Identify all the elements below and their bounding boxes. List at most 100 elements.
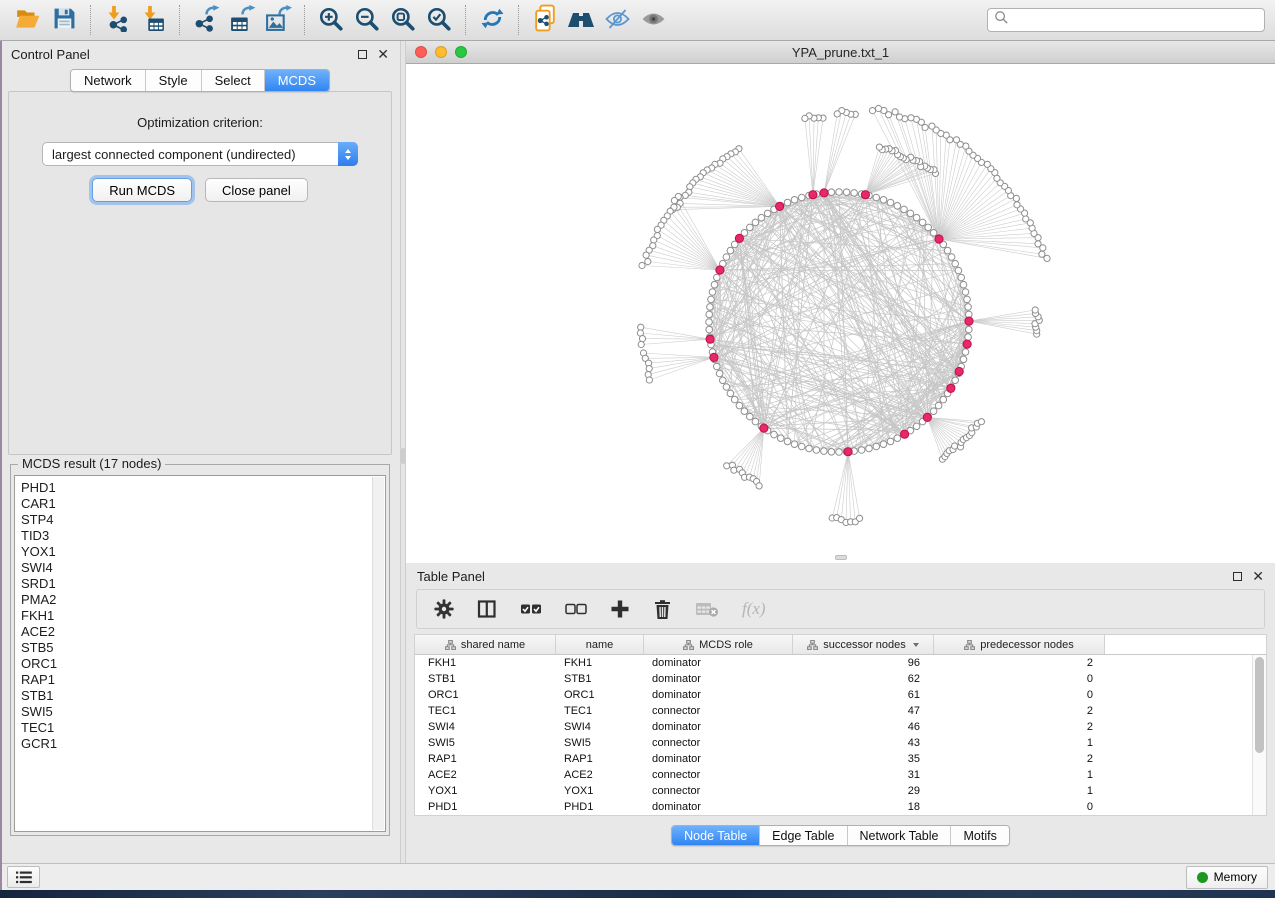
- table-row[interactable]: ORC1ORC1dominator610: [415, 687, 1266, 703]
- network-node[interactable]: [646, 366, 652, 372]
- network-node[interactable]: [777, 435, 784, 442]
- network-node[interactable]: [894, 435, 901, 442]
- float-panel-icon[interactable]: [1233, 572, 1242, 581]
- mcds-network-node[interactable]: [965, 317, 973, 325]
- network-node[interactable]: [671, 197, 677, 203]
- network-node[interactable]: [962, 349, 969, 356]
- export-table-button[interactable]: [224, 3, 260, 37]
- network-node[interactable]: [851, 190, 858, 197]
- mcds-network-node[interactable]: [706, 335, 714, 343]
- tab-style[interactable]: Style: [145, 70, 201, 91]
- table-row[interactable]: STB1STB1dominator620: [415, 671, 1266, 687]
- network-node[interactable]: [930, 230, 937, 237]
- network-node[interactable]: [645, 258, 651, 264]
- open-file-button[interactable]: [10, 3, 46, 37]
- network-node[interactable]: [714, 274, 721, 281]
- network-canvas[interactable]: [406, 64, 1275, 562]
- mcds-result-item[interactable]: SRD1: [21, 576, 371, 592]
- column-header-name[interactable]: name: [556, 635, 644, 654]
- network-node[interactable]: [952, 260, 959, 267]
- mcds-network-node[interactable]: [735, 234, 743, 242]
- network-node[interactable]: [727, 247, 734, 254]
- network-node[interactable]: [708, 296, 715, 303]
- network-node[interactable]: [1023, 216, 1029, 222]
- task-history-button[interactable]: [7, 866, 40, 888]
- table-row[interactable]: RAP1RAP1dominator352: [415, 751, 1266, 767]
- network-node[interactable]: [798, 443, 805, 450]
- network-node[interactable]: [858, 447, 865, 454]
- network-node[interactable]: [813, 447, 820, 454]
- table-row[interactable]: SWI5SWI5connector431: [415, 735, 1266, 751]
- optimization-criterion-select[interactable]: largest connected component (undirected): [42, 142, 358, 166]
- network-node[interactable]: [1035, 241, 1041, 247]
- tab-motifs[interactable]: Motifs: [950, 826, 1008, 845]
- network-node[interactable]: [654, 226, 660, 232]
- mcds-result-list[interactable]: PHD1CAR1STP4TID3YOX1SWI4SRD1PMA2FKH1ACE2…: [14, 475, 386, 832]
- network-node[interactable]: [901, 206, 908, 213]
- network-node[interactable]: [828, 189, 835, 196]
- network-node[interactable]: [964, 296, 971, 303]
- network-node[interactable]: [908, 115, 914, 121]
- network-node[interactable]: [747, 413, 754, 420]
- splitter-grabber[interactable]: [401, 448, 405, 464]
- column-header-shared-name[interactable]: shared name: [415, 635, 556, 654]
- network-node[interactable]: [646, 377, 652, 383]
- export-image-button[interactable]: [260, 3, 296, 37]
- mcds-result-item[interactable]: ACE2: [21, 624, 371, 640]
- network-node[interactable]: [736, 402, 743, 409]
- network-node[interactable]: [913, 214, 920, 221]
- network-node[interactable]: [821, 448, 828, 455]
- network-node[interactable]: [791, 197, 798, 204]
- network-node[interactable]: [955, 267, 962, 274]
- network-node[interactable]: [857, 515, 863, 521]
- network-node[interactable]: [727, 390, 734, 397]
- network-node[interactable]: [880, 441, 887, 448]
- network-node[interactable]: [638, 324, 644, 330]
- network-node[interactable]: [723, 384, 730, 391]
- mcds-result-item[interactable]: TEC1: [21, 720, 371, 736]
- network-node[interactable]: [958, 274, 965, 281]
- mcds-network-node[interactable]: [923, 413, 931, 421]
- memory-button[interactable]: Memory: [1186, 866, 1268, 889]
- network-node[interactable]: [887, 199, 894, 206]
- hide-selected-button[interactable]: [599, 3, 635, 37]
- network-node[interactable]: [875, 105, 881, 111]
- save-session-button[interactable]: [46, 3, 82, 37]
- column-header-predecessor-nodes[interactable]: predecessor nodes: [934, 635, 1105, 654]
- mcds-result-item[interactable]: STB5: [21, 640, 371, 656]
- network-node[interactable]: [843, 189, 850, 196]
- network-node[interactable]: [966, 326, 973, 333]
- network-node[interactable]: [887, 438, 894, 445]
- mcds-network-node[interactable]: [716, 266, 724, 274]
- zoom-out-button[interactable]: [349, 3, 385, 37]
- network-node[interactable]: [866, 445, 873, 452]
- network-node[interactable]: [876, 144, 882, 150]
- network-node[interactable]: [953, 137, 959, 143]
- table-row[interactable]: YOX1YOX1connector291: [415, 783, 1266, 799]
- table-row[interactable]: PHD1PHD1dominator180: [415, 799, 1266, 815]
- table-row[interactable]: FKH1FKH1dominator962: [415, 655, 1266, 671]
- mcds-result-item[interactable]: PMA2: [21, 592, 371, 608]
- network-node[interactable]: [639, 336, 645, 342]
- network-node[interactable]: [714, 363, 721, 370]
- mcds-network-node[interactable]: [955, 367, 963, 375]
- network-node[interactable]: [984, 161, 990, 167]
- zoom-selected-button[interactable]: [421, 3, 457, 37]
- network-node[interactable]: [965, 304, 972, 311]
- table-row[interactable]: SWI4SWI4dominator462: [415, 719, 1266, 735]
- function-builder-button[interactable]: f(x): [742, 599, 766, 619]
- network-node[interactable]: [1032, 307, 1038, 313]
- network-node[interactable]: [873, 194, 880, 201]
- network-node[interactable]: [720, 377, 727, 384]
- mcds-result-item[interactable]: GCR1: [21, 736, 371, 752]
- close-panel-button[interactable]: Close panel: [205, 178, 308, 202]
- tab-edge-table[interactable]: Edge Table: [759, 826, 846, 845]
- network-node[interactable]: [731, 396, 738, 403]
- mcds-result-item[interactable]: TID3: [21, 528, 371, 544]
- window-close-button[interactable]: [415, 46, 427, 58]
- column-header-mcds-role[interactable]: MCDS role: [644, 635, 793, 654]
- deselect-all-button[interactable]: [565, 601, 587, 617]
- network-node[interactable]: [930, 408, 937, 415]
- network-node[interactable]: [716, 370, 723, 377]
- network-node[interactable]: [944, 247, 951, 254]
